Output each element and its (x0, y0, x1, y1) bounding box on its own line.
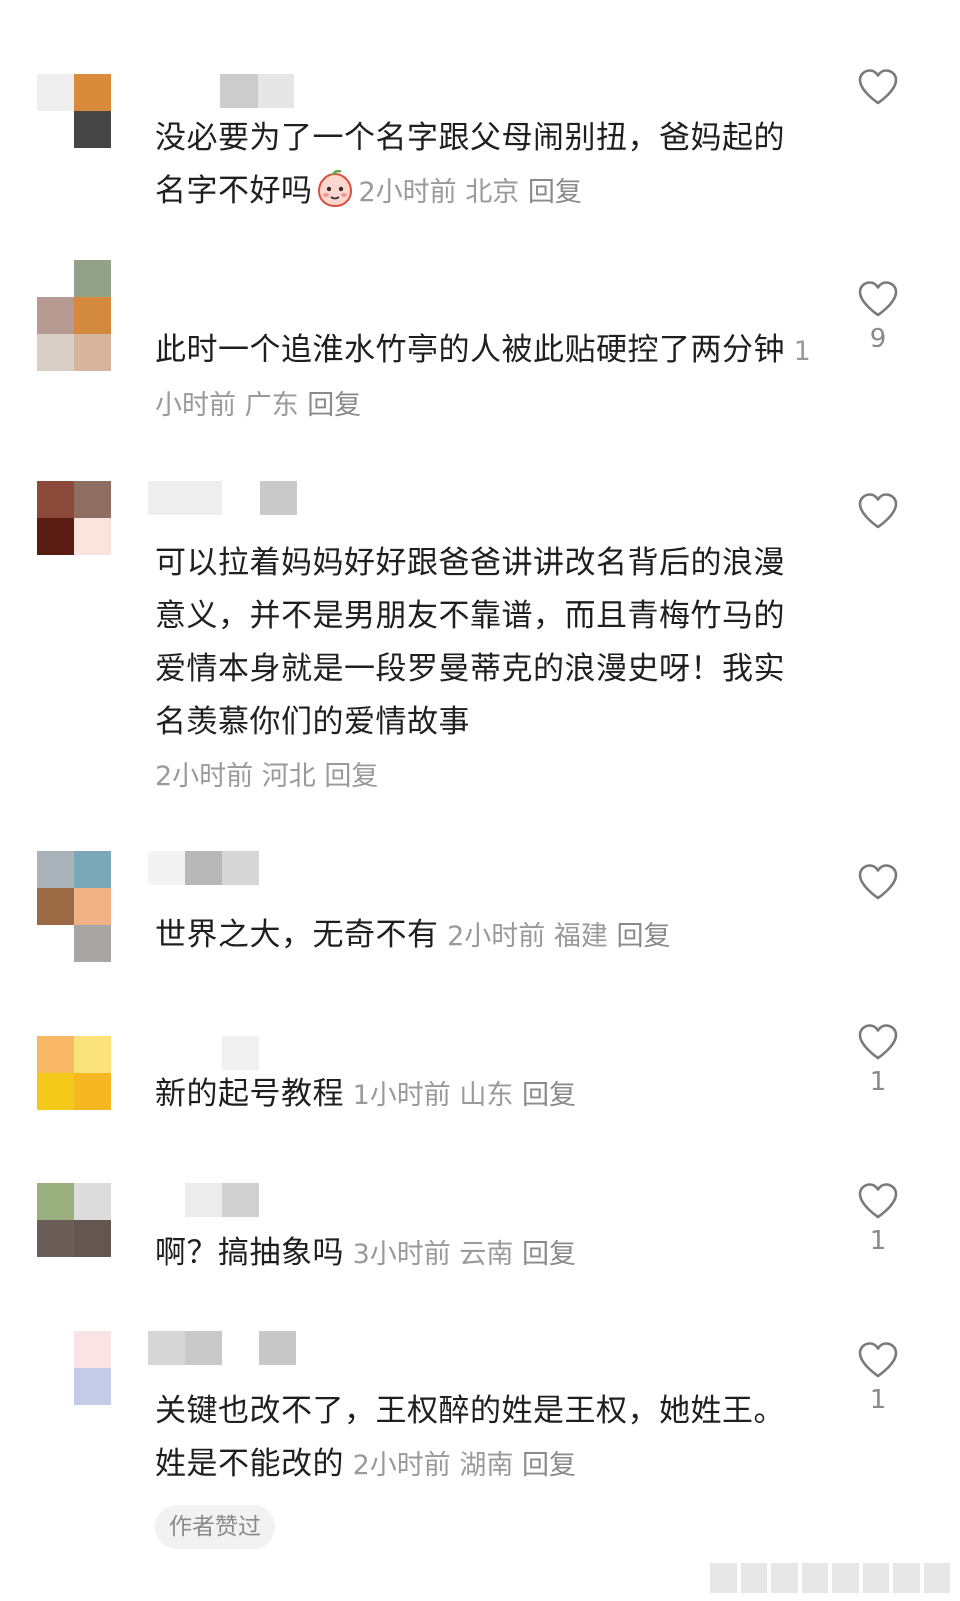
reply-button[interactable]: 回复 (522, 1239, 576, 1270)
like-button[interactable]: 1 (856, 1182, 900, 1256)
comment-time: 3小时前 (352, 1239, 451, 1270)
reply-button[interactable]: 回复 (522, 1080, 576, 1111)
heart-outline-icon (858, 1024, 898, 1060)
comment-text: 关键也改不了，王权醉的姓是王权，她姓王。姓是不能改的 2小时前 湖南 回复 (155, 1385, 795, 1492)
reply-button[interactable]: 回复 (528, 177, 582, 208)
like-button[interactable]: 1 (856, 1023, 900, 1097)
heart-outline-icon (858, 69, 898, 105)
avatar[interactable] (37, 1183, 111, 1257)
comment-location: 山东 (459, 1080, 514, 1111)
peach-face-emoji-icon (317, 169, 352, 208)
comment-text: 新的起号教程 1小时前 山东 回复 (155, 1068, 815, 1122)
comment-body: 世界之大，无奇不有 (155, 917, 439, 953)
username-blurred[interactable] (148, 1183, 259, 1217)
avatar[interactable] (37, 1331, 111, 1405)
like-button[interactable] (856, 863, 900, 901)
like-count: 1 (869, 1226, 887, 1256)
comment-text: 此时一个追淮水竹亭的人被此贴硬控了两分钟 1小时前 广东 回复 (155, 324, 815, 432)
username-blurred[interactable] (148, 481, 297, 515)
author-liked-badge: 作者赞过 (155, 1505, 275, 1549)
comment-location: 北京 (465, 177, 520, 208)
comment-time: 1小时前 (352, 1080, 451, 1111)
reply-button[interactable]: 回复 (616, 921, 670, 952)
comment-location: 福建 (553, 921, 608, 952)
heart-outline-icon (858, 1183, 898, 1219)
comment-location: 湖南 (459, 1450, 514, 1481)
avatar[interactable] (37, 260, 111, 371)
like-count: 9 (869, 324, 887, 354)
comment-body: 可以拉着妈妈好好跟爸爸讲讲改名背后的浪漫意义，并不是男朋友不靠谱，而且青梅竹马的… (155, 545, 785, 740)
heart-outline-icon (858, 281, 898, 317)
comment-text: 可以拉着妈妈好好跟爸爸讲讲改名背后的浪漫意义，并不是男朋友不靠谱，而且青梅竹马的… (155, 537, 815, 749)
like-button[interactable]: 9 (856, 280, 900, 354)
username-blurred[interactable] (148, 1331, 296, 1365)
avatar[interactable] (37, 481, 111, 555)
like-count: 1 (869, 1385, 887, 1415)
comment-text: 啊？搞抽象吗 3小时前 云南 回复 (155, 1227, 815, 1281)
reply-button[interactable]: 回复 (307, 390, 361, 421)
reply-button[interactable]: 回复 (522, 1450, 576, 1481)
like-button[interactable] (856, 68, 900, 106)
comment-text: 没必要为了一个名字跟父母闹别扭，爸妈起的名字不好吗 2小时前 北京 回复 (155, 112, 815, 219)
avatar[interactable] (37, 851, 111, 962)
comment-body: 此时一个追淮水竹亭的人被此贴硬控了两分钟 (155, 332, 785, 368)
like-button[interactable] (856, 492, 900, 530)
username-blurred[interactable] (148, 1036, 259, 1070)
comment-time: 2小时前 (447, 921, 546, 952)
comment-time: 2小时前 (352, 1450, 451, 1481)
comment-location: 河北 (261, 761, 316, 792)
comment-location: 广东 (244, 390, 299, 421)
comment-body: 啊？搞抽象吗 (155, 1235, 344, 1271)
like-button[interactable]: 1 (856, 1341, 900, 1415)
comment-text: 世界之大，无奇不有 2小时前 福建 回复 (155, 909, 815, 963)
comment-time: 2小时前 (358, 177, 457, 208)
username-blurred[interactable] (148, 74, 294, 108)
heart-outline-icon (858, 493, 898, 529)
reply-button[interactable]: 回复 (324, 761, 378, 792)
avatar[interactable] (37, 74, 111, 148)
comment-location: 云南 (459, 1239, 514, 1270)
comment-meta: 2小时前 河北 回复 (155, 750, 378, 803)
username-blurred[interactable] (148, 851, 259, 885)
like-count: 1 (869, 1067, 887, 1097)
watermark-blurred (710, 1563, 950, 1593)
heart-outline-icon (858, 864, 898, 900)
heart-outline-icon (858, 1342, 898, 1378)
comment-body: 新的起号教程 (155, 1076, 344, 1112)
avatar[interactable] (37, 1036, 111, 1110)
comment-time: 2小时前 (155, 761, 254, 792)
